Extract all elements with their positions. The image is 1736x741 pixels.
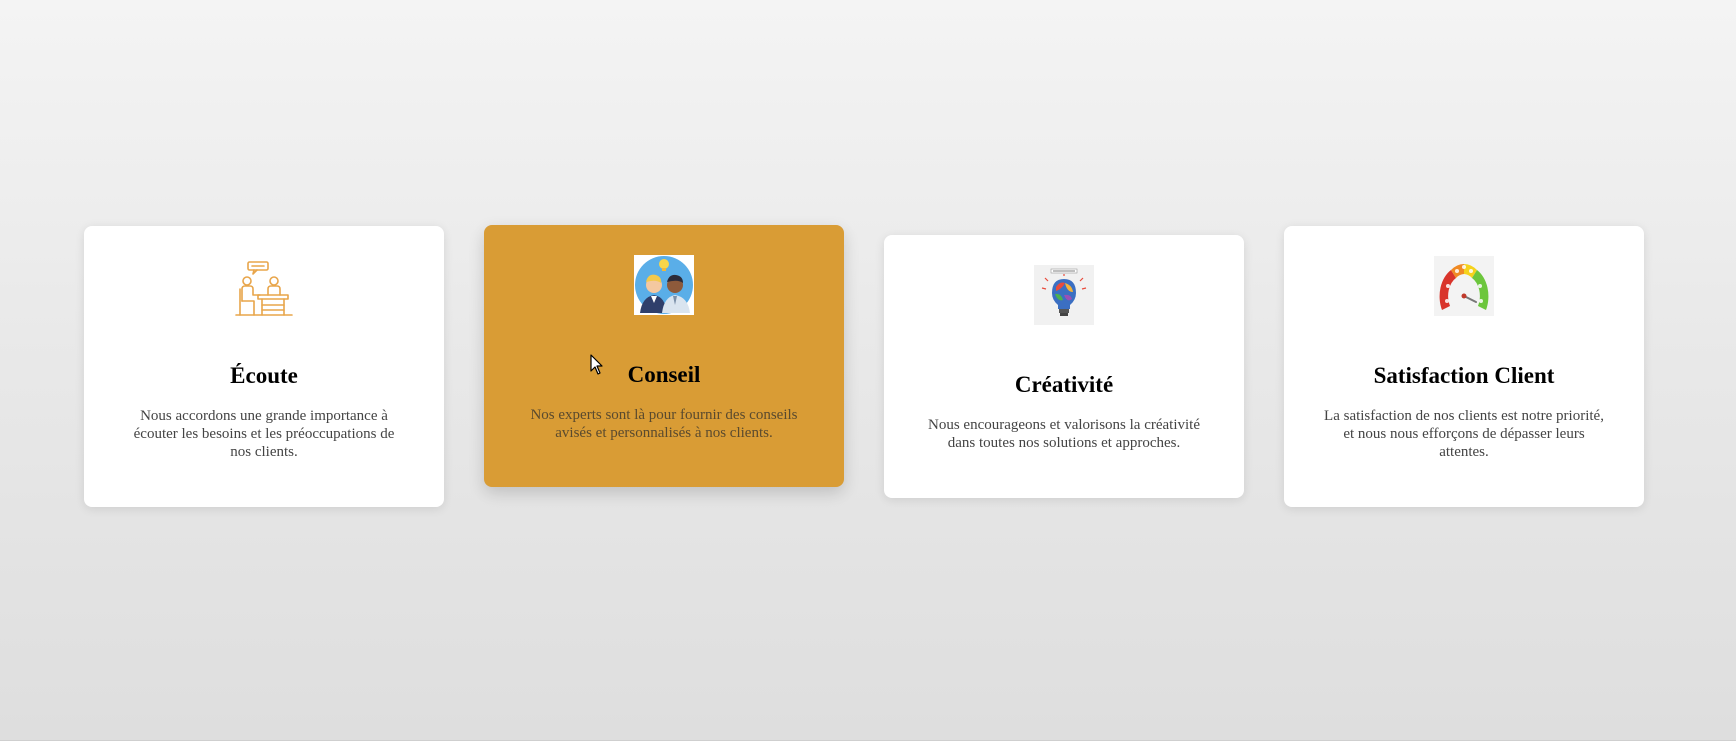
advisors-lightbulb-icon [634, 255, 694, 315]
card-creativite[interactable]: Créativité Nous encourageons et valoriso… [884, 235, 1244, 498]
mouse-cursor-icon [590, 354, 604, 376]
card-title: Créativité [1014, 372, 1114, 397]
card-description: Nous encourageons et valorisons la créat… [928, 417, 1200, 451]
card-title: Conseil [627, 362, 701, 387]
creative-lightbulb-icon [1034, 265, 1094, 325]
card-conseil[interactable]: Conseil Nos experts sont là pour fournir… [484, 225, 844, 487]
satisfaction-gauge-icon [1434, 256, 1494, 316]
card-description: Nous accordons une grande importance à é… [133, 408, 395, 460]
card-satisfaction-client[interactable]: Satisfaction Client La satisfaction de n… [1284, 226, 1644, 507]
card-description: La satisfaction de nos clients est notre… [1324, 408, 1604, 460]
listening-desk-icon [234, 259, 294, 319]
card-title: Satisfaction Client [1373, 363, 1555, 388]
card-description: Nos experts sont là pour fournir des con… [530, 407, 798, 441]
card-title: Écoute [230, 363, 298, 388]
card-ecoute[interactable]: Écoute Nous accordons une grande importa… [84, 226, 444, 507]
